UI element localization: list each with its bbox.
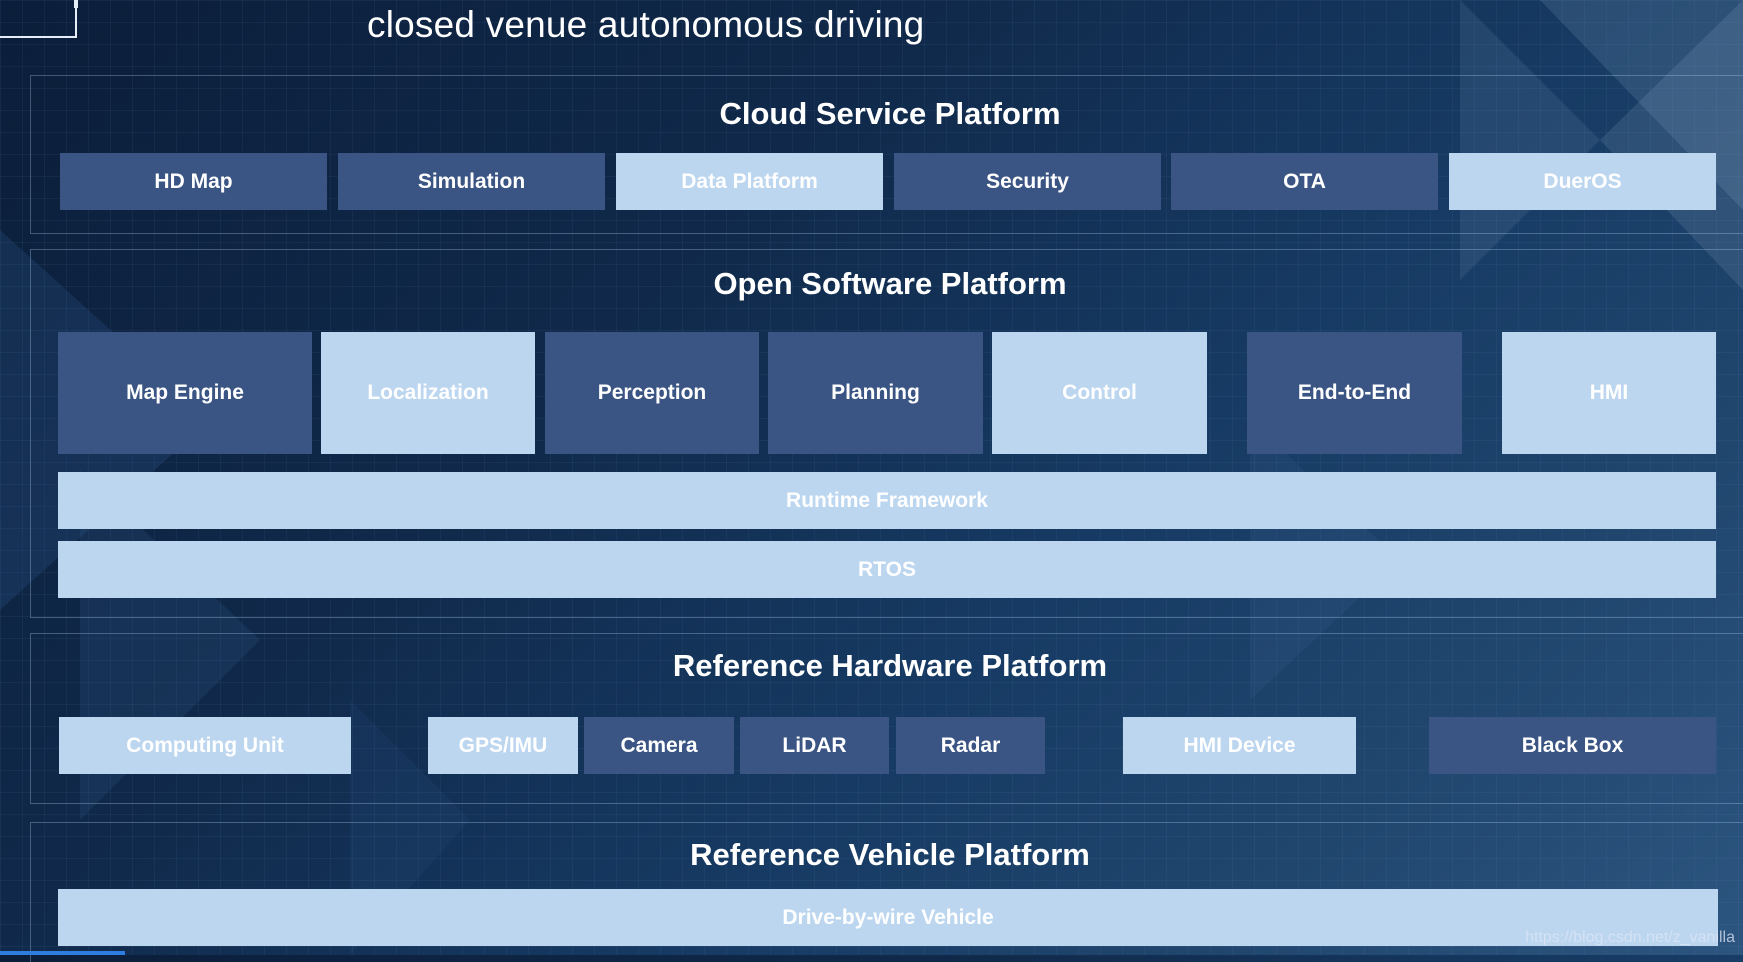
cloud-service-title: Cloud Service Platform	[719, 96, 1061, 131]
cloud-item-data-platform: Data Platform	[616, 153, 883, 210]
cloud-item-dueros: DuerOS	[1449, 153, 1716, 210]
open-software-title: Open Software Platform	[713, 266, 1067, 301]
page-title: closed venue autonomous driving	[367, 4, 925, 45]
hw-computing-unit: Computing Unit	[59, 717, 351, 774]
video-progress-bar[interactable]	[0, 951, 125, 955]
cloud-item-simulation: Simulation	[338, 153, 605, 210]
open-software-panel: Open Software Platform Map Engine Locali…	[30, 249, 1743, 618]
corner-tick	[74, 0, 78, 8]
hw-lidar: LiDAR	[740, 717, 889, 774]
hw-gps-imu: GPS/IMU	[428, 717, 578, 774]
rtos-bar: RTOS	[58, 541, 1716, 598]
hw-camera: Camera	[584, 717, 734, 774]
cloud-item-hd-map: HD Map	[60, 153, 327, 210]
module-end-to-end: End-to-End	[1247, 332, 1462, 454]
hw-radar: Radar	[896, 717, 1045, 774]
hw-black-box: Black Box	[1429, 717, 1716, 774]
hw-hmi-device: HMI Device	[1123, 717, 1356, 774]
module-hmi: HMI	[1502, 332, 1716, 454]
cloud-item-ota: OTA	[1171, 153, 1438, 210]
drive-by-wire-bar: Drive-by-wire Vehicle	[58, 889, 1718, 946]
hardware-title: Reference Hardware Platform	[672, 648, 1108, 683]
cloud-service-panel: Cloud Service Platform HD Map Simulation…	[30, 75, 1743, 234]
module-control: Control	[992, 332, 1207, 454]
vehicle-panel: Reference Vehicle Platform Drive-by-wire…	[30, 822, 1743, 962]
module-map-engine: Map Engine	[58, 332, 312, 454]
watermark-url: https://blog.csdn.net/z_vanilla	[1525, 929, 1735, 946]
vehicle-title: Reference Vehicle Platform	[690, 837, 1090, 872]
cloud-item-security: Security	[894, 153, 1161, 210]
module-localization: Localization	[321, 332, 535, 454]
runtime-framework-bar: Runtime Framework	[58, 472, 1716, 529]
corner-bracket	[0, 0, 77, 38]
module-perception: Perception	[545, 332, 759, 454]
module-planning: Planning	[768, 332, 983, 454]
hardware-panel: Reference Hardware Platform Computing Un…	[30, 633, 1743, 804]
